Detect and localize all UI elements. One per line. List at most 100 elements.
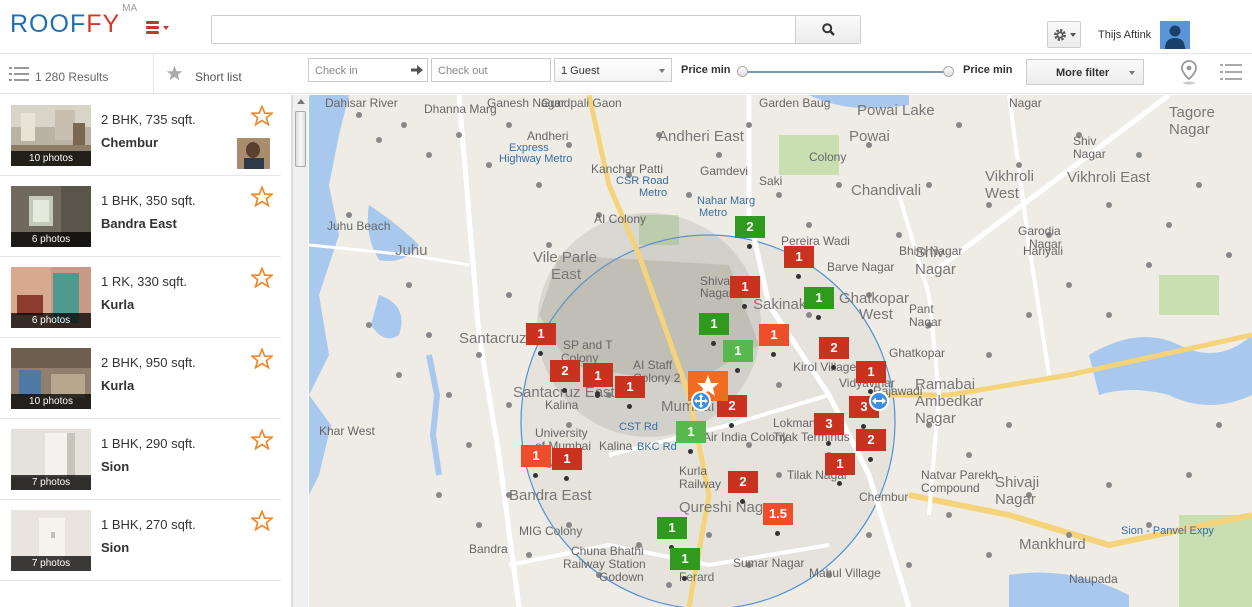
listing-area: Sion [101, 459, 130, 474]
host-avatar[interactable] [237, 138, 270, 169]
listing-item[interactable]: 7 photos 1 BHK, 270 sqft. Sion [0, 500, 281, 581]
map-label: Shivaji [995, 474, 1040, 491]
map-label: Colony [809, 150, 847, 164]
map-label: Juhu [395, 242, 428, 259]
map-marker[interactable]: 1 [825, 453, 855, 486]
map-marker[interactable]: 1.5 [763, 503, 793, 536]
map-marker[interactable]: 2 [819, 337, 849, 370]
map-view[interactable]: Dahisar River Ganesh Nagar Gundpali Gaon… [309, 95, 1252, 607]
map-marker[interactable]: 2 [856, 429, 886, 462]
check-in-field[interactable]: Check in [308, 58, 428, 82]
map-label: Ramabai [915, 376, 976, 393]
more-filter-button[interactable]: More filter [1026, 59, 1144, 85]
map-label: Metro [699, 207, 728, 219]
shortlist-star-icon[interactable] [251, 510, 273, 531]
list-view-icon[interactable] [1220, 63, 1242, 81]
listing-item[interactable]: 6 photos 1 RK, 330 sqft. Kurla [0, 257, 281, 338]
map-marker[interactable]: 1 [657, 517, 687, 550]
map-label: East [551, 266, 582, 283]
map-marker[interactable]: 1 [552, 448, 582, 481]
map-label: Nagar [1073, 147, 1106, 161]
search-input[interactable] [212, 16, 796, 43]
map-marker[interactable]: 2 [550, 360, 580, 393]
map-marker[interactable]: 2 [728, 471, 758, 504]
shortlist-star-icon[interactable] [251, 105, 273, 126]
map-label: Khar West [319, 424, 375, 438]
shortlist-star-icon[interactable] [251, 348, 273, 369]
hamburger-menu-button[interactable] [146, 20, 170, 36]
map-label: West [859, 306, 893, 323]
username[interactable]: Thijs Aftink [1098, 29, 1151, 41]
listing-title[interactable]: 1 BHK, 270 sqft. [101, 517, 196, 532]
search-bar [211, 15, 861, 44]
avatar[interactable] [1160, 21, 1190, 49]
search-button[interactable] [795, 16, 860, 43]
shortlist-star-icon[interactable] [251, 267, 273, 288]
map-marker[interactable]: 1 [521, 445, 551, 478]
listing-item[interactable]: 7 photos 1 BHK, 290 sqft. Sion [0, 419, 281, 500]
shortlist-star-icon[interactable] [251, 429, 273, 450]
shortlist-star-icon[interactable] [251, 186, 273, 207]
listing-title[interactable]: 1 BHK, 290 sqft. [101, 436, 196, 451]
check-out-field[interactable]: Check out [431, 58, 551, 82]
map-label: Nagar [909, 315, 942, 329]
listing-photo[interactable]: 6 photos [11, 267, 91, 328]
listing-title[interactable]: 1 BHK, 350 sqft. [101, 193, 196, 208]
shortlist-tab[interactable]: Short list [155, 54, 295, 94]
scroll-up-arrow[interactable] [297, 99, 305, 104]
logo[interactable]: ROOFFYMA [10, 3, 137, 39]
map-label: Bandra East [509, 487, 592, 504]
listing-area: Bandra East [101, 216, 177, 231]
listing-photo[interactable]: 7 photos [11, 510, 91, 571]
user-icon [1165, 25, 1185, 49]
map-marker[interactable]: 1 [526, 323, 556, 356]
map-label: Chembur [859, 490, 909, 504]
resize-radius-handle[interactable] [869, 391, 889, 411]
price-slider-track[interactable] [743, 71, 949, 73]
map-label: Powai Lake [857, 102, 935, 119]
listing-area: Kurla [101, 297, 135, 312]
scroll-thumb[interactable] [295, 111, 306, 167]
listing-title[interactable]: 2 BHK, 950 sqft. [101, 355, 196, 370]
listing-title[interactable]: 2 BHK, 735 sqft. [101, 112, 196, 127]
listing-item[interactable]: 10 photos 2 BHK, 735 sqft. Chembur [0, 95, 281, 176]
price-slider-max-handle[interactable] [943, 66, 954, 77]
settings-button[interactable] [1047, 21, 1081, 48]
map-marker[interactable]: 2 [735, 216, 765, 249]
map-marker[interactable]: 1 [730, 276, 760, 309]
listing-item[interactable]: 10 photos 2 BHK, 950 sqft. Kurla [0, 338, 281, 419]
listing-photo[interactable]: 10 photos [11, 348, 91, 409]
map-marker[interactable]: 1 [676, 421, 706, 454]
map-marker[interactable]: 1 [759, 324, 789, 357]
gear-icon [1053, 28, 1066, 41]
map-marker[interactable]: 1 [856, 361, 886, 394]
map-pin-icon[interactable] [1181, 60, 1197, 85]
guests-select[interactable]: 1 Guest [554, 58, 672, 82]
map-label: Compound [921, 481, 980, 495]
map-label: Vikhroli [985, 168, 1034, 185]
map-marker[interactable]: 1 [804, 287, 834, 320]
map-label: Vile Parle [533, 249, 597, 266]
listing-photo[interactable]: 10 photos [11, 105, 91, 166]
map-marker[interactable]: 1 [784, 246, 814, 279]
map-marker[interactable]: 1 [615, 376, 645, 409]
price-slider-min-handle[interactable] [737, 66, 748, 77]
listing-scrollbar[interactable] [292, 95, 308, 607]
map-label: West [985, 185, 1019, 202]
move-center-handle[interactable] [691, 391, 711, 411]
price-min-label: Price min [681, 64, 731, 76]
map-marker[interactable]: 1 [583, 365, 613, 398]
map-label: Shiv [915, 244, 945, 261]
map-marker[interactable]: 3 [814, 413, 844, 446]
star-icon [166, 65, 183, 81]
map-marker[interactable]: 1 [699, 313, 729, 346]
listing-item[interactable]: 6 photos 1 BHK, 350 sqft. Bandra East [0, 176, 281, 257]
map-marker[interactable]: 1 [670, 548, 700, 581]
map-label: Mankhurd [1019, 536, 1086, 553]
listing-photo[interactable]: 7 photos [11, 429, 91, 490]
map-label: Naupada [1069, 572, 1118, 586]
map-marker[interactable]: 1 [723, 340, 753, 373]
listing-title[interactable]: 1 RK, 330 sqft. [101, 274, 187, 289]
listing-photo[interactable]: 6 photos [11, 186, 91, 247]
more-filter-label: More filter [1056, 67, 1110, 79]
